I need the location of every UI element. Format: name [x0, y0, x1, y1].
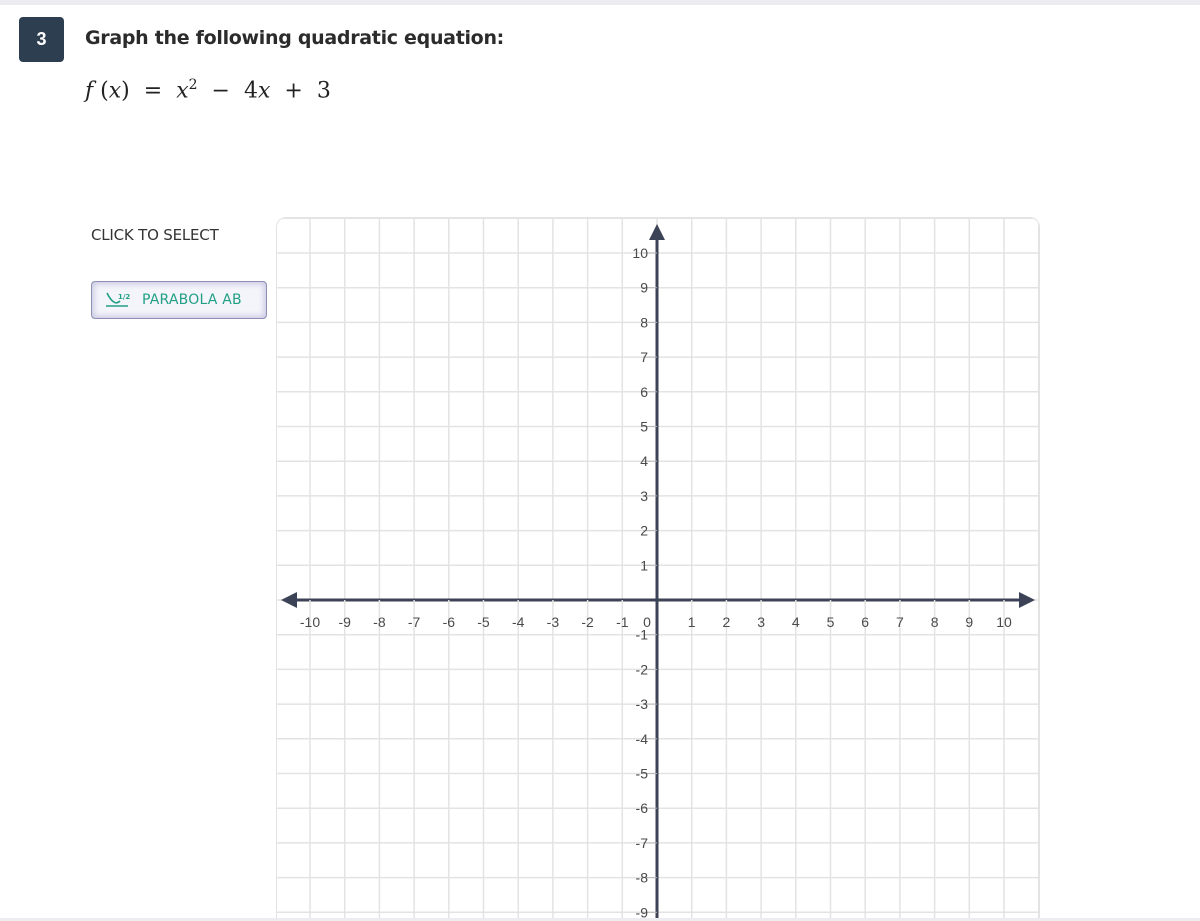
y-axis-up-arrow	[649, 224, 665, 240]
x-tick-label: 4	[792, 614, 800, 630]
x-tick-label: 8	[931, 614, 939, 630]
x-tick-label: 7	[896, 614, 904, 630]
eq-paren-close: )	[121, 78, 130, 104]
eq-paren-open: (	[100, 78, 109, 104]
y-tick-label: 3	[640, 488, 648, 504]
x-tick-label: -4	[512, 614, 525, 630]
x-tick-label: 2	[723, 614, 731, 630]
x-axis-right-arrow	[1019, 592, 1035, 608]
equation: f (x) = x2 − 4x + 3	[85, 77, 331, 103]
eq-var: x	[108, 78, 122, 104]
svg-text:1/2: 1/2	[118, 293, 130, 301]
x-tick-label: -9	[338, 614, 351, 630]
y-tick-label: 6	[640, 384, 648, 400]
question-title: Graph the following quadratic equation:	[85, 27, 504, 49]
y-tick-label: -8	[636, 870, 649, 886]
x-tick-label: 3	[757, 614, 765, 630]
x-tick-label: 10	[996, 614, 1012, 630]
y-tick-label: 8	[640, 314, 648, 330]
x-tick-label: -6	[443, 614, 456, 630]
click-to-select-label: CLICK TO SELECT	[91, 226, 219, 244]
y-tick-label: -3	[636, 696, 649, 712]
x-tick-label: 5	[827, 614, 835, 630]
y-tick-label: 4	[640, 453, 648, 469]
eq-exponent: 2	[188, 77, 198, 93]
y-tick-label: -5	[636, 766, 649, 782]
eq-equals: =	[143, 78, 163, 104]
y-tick-label: 2	[640, 523, 648, 539]
x-axis-left-arrow	[281, 592, 297, 608]
eq-plus: +	[284, 78, 303, 104]
x-tick-label: 6	[861, 614, 869, 630]
y-tick-label: 7	[640, 349, 648, 365]
eq-term-x2: x	[257, 78, 271, 104]
x-tick-label: -2	[581, 614, 594, 630]
y-tick-label: 10	[632, 245, 648, 261]
graph-area[interactable]: -10 -9 -8 -7 -6 -5 -4 -3 -2 -1 0 1 2 3 4 5 6 7 8 9 10 10 9 8 7 6 5…	[276, 217, 1040, 918]
eq-func: f	[85, 78, 94, 104]
parabola-tool-label: PARABOLA AB	[142, 292, 242, 308]
y-tick-label: -2	[636, 661, 649, 677]
y-tick-label: 5	[640, 419, 648, 435]
eq-minus: −	[211, 78, 230, 104]
x-tick-label: -5	[477, 614, 490, 630]
question-number-badge: 3	[19, 17, 64, 62]
x-tick-label: -3	[547, 614, 560, 630]
x-tick-label: -10	[300, 614, 320, 630]
parabola-icon: 1/2	[106, 292, 130, 307]
y-tick-label: -6	[636, 800, 649, 816]
x-tick-label: -8	[373, 614, 386, 630]
question-card: 3 Graph the following quadratic equation…	[0, 5, 1200, 918]
parabola-tool-button[interactable]: 1/2 PARABOLA AB	[91, 281, 267, 319]
coordinate-plane[interactable]: -10 -9 -8 -7 -6 -5 -4 -3 -2 -1 0 1 2 3 4 5 6 7 8 9 101098765…	[277, 218, 1039, 918]
eq-term-x: x	[176, 78, 189, 104]
y-tick-label: 1	[640, 557, 648, 573]
y-tick-label: -7	[636, 835, 649, 851]
y-tick-label: -9	[636, 904, 649, 918]
x-tick-label: -7	[408, 614, 421, 630]
eq-coef: 4	[243, 78, 258, 104]
eq-const: 3	[316, 78, 331, 104]
y-tick-label: -1	[636, 627, 649, 643]
x-tick-label: 9	[965, 614, 973, 630]
y-tick-label: -4	[636, 731, 649, 747]
x-tick-label: 1	[688, 614, 696, 630]
x-tick-label: -1	[616, 614, 629, 630]
y-tick-label: 9	[640, 280, 648, 296]
